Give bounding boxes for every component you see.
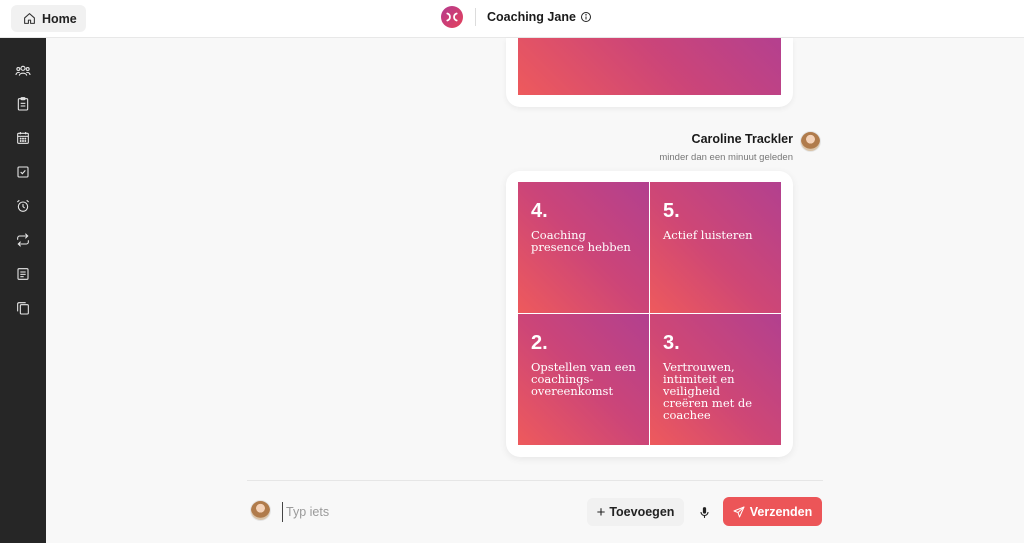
competency-tile: 3. Vertrouwen, intimiteit en veiligheid …: [650, 314, 781, 445]
top-bar: Home Coaching Jane: [0, 0, 1024, 38]
tile-text: Vertrouwen, intimiteit en veiligheid cre…: [663, 360, 753, 422]
tile-text: Coaching presence hebben: [531, 228, 631, 254]
calendar-icon: [17, 132, 29, 144]
sidebar-item-copy[interactable]: [14, 299, 32, 317]
page-title-text: Coaching Jane: [487, 10, 576, 24]
tile-number: 4.: [531, 200, 548, 222]
competency-tile: 2. Opstellen van een coachings-overeenko…: [518, 314, 649, 445]
microphone-icon: [699, 506, 709, 518]
send-button-label: Verzenden: [749, 504, 813, 519]
tile-number: 3.: [663, 332, 680, 354]
alarm-icon: [16, 199, 30, 212]
microphone-button[interactable]: [692, 500, 716, 524]
checkbox-icon: [17, 166, 29, 178]
logo-icon: [446, 12, 458, 22]
competency-tile: 5. Actief luisteren: [650, 182, 781, 313]
sidebar-item-notes[interactable]: [14, 265, 32, 283]
topbar-divider: [475, 8, 476, 26]
sidebar-item-reminders[interactable]: [14, 197, 32, 215]
send-icon: [733, 506, 745, 517]
sidebar-item-users[interactable]: [14, 62, 32, 80]
users-icon: [15, 65, 31, 76]
tile-text: Actief luisteren: [663, 228, 753, 242]
page-title: Coaching Jane: [487, 10, 592, 24]
sidebar-item-calendar[interactable]: [14, 129, 32, 147]
sidebar-item-repeat[interactable]: [14, 231, 32, 249]
brand-logo: [441, 6, 463, 28]
home-button[interactable]: Home: [11, 5, 86, 32]
tile-text: Opstellen van een coachings-overeenkomst: [531, 360, 636, 398]
home-label: Home: [42, 11, 77, 26]
clipboard-icon: [17, 97, 29, 111]
user-avatar: [250, 500, 271, 521]
sidebar: [0, 38, 46, 543]
copy-icon: [17, 302, 29, 315]
repeat-icon: [17, 233, 29, 247]
message-card: 4. Coaching presence hebben 5. Actief lu…: [506, 171, 793, 457]
previous-message-image: [518, 38, 781, 95]
send-button[interactable]: Verzenden: [723, 497, 822, 526]
add-button-label: Toevoegen: [609, 505, 675, 519]
home-icon: [24, 13, 35, 24]
message-input[interactable]: [282, 502, 572, 522]
sidebar-item-clipboard[interactable]: [14, 95, 32, 113]
document-icon: [17, 268, 29, 280]
composer-divider: [247, 480, 823, 481]
plus-icon: +: [596, 503, 606, 521]
sidebar-item-tasks[interactable]: [14, 163, 32, 181]
competency-grid: 4. Coaching presence hebben 5. Actief lu…: [518, 182, 781, 445]
tile-number: 2.: [531, 332, 548, 354]
message-timestamp: minder dan een minuut geleden: [659, 152, 793, 163]
sender-avatar: [800, 131, 821, 152]
add-button[interactable]: + Toevoegen: [587, 498, 684, 526]
previous-message-card: [506, 38, 793, 107]
competency-tile: 4. Coaching presence hebben: [518, 182, 649, 313]
sender-name: Caroline Trackler: [691, 132, 793, 146]
tile-number: 5.: [663, 200, 680, 222]
info-icon[interactable]: [580, 11, 592, 23]
